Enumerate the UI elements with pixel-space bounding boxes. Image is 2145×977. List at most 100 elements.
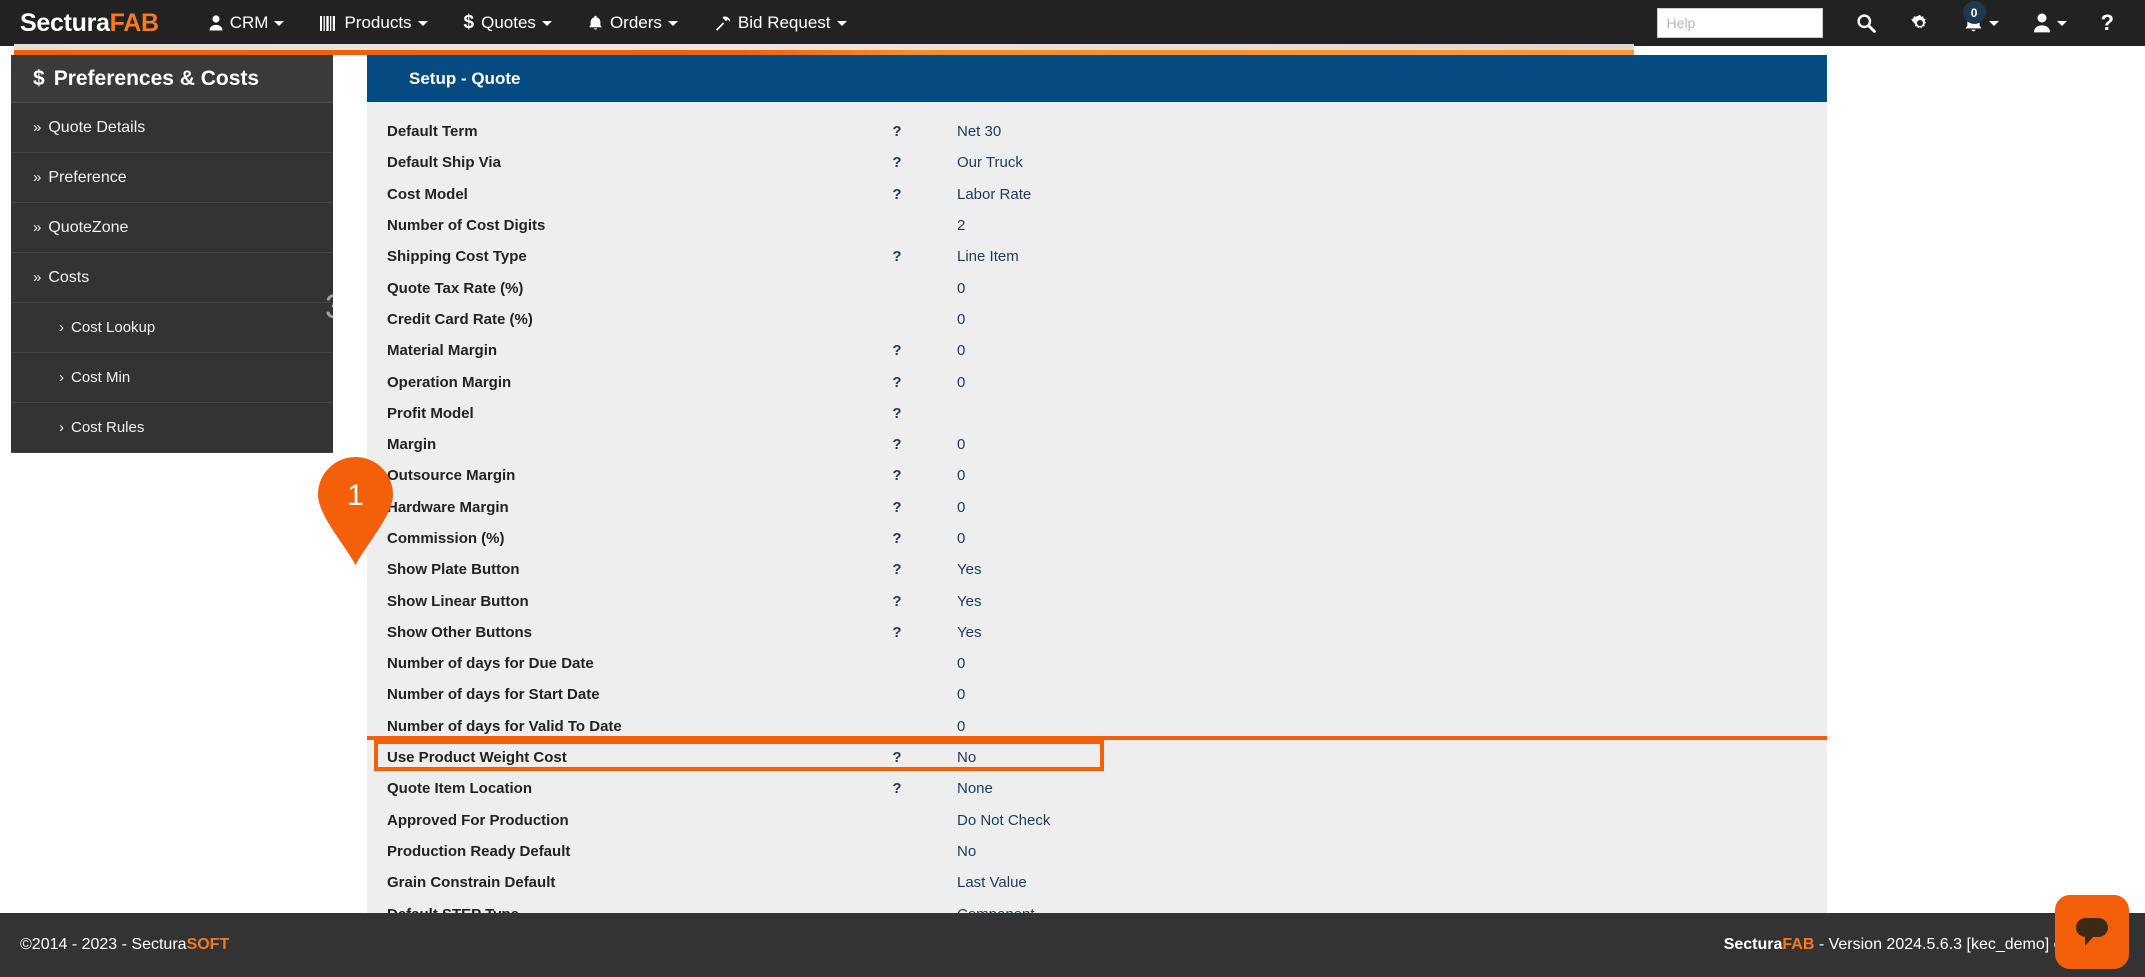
help-question-icon[interactable]: ? <box>837 749 957 766</box>
nav-menu: CRM Products $ Quotes Orders <box>191 0 865 46</box>
nav-item-bid-request[interactable]: Bid Request <box>696 0 865 46</box>
setting-row[interactable]: Grain Constrain DefaultLast Value <box>367 867 1827 898</box>
setting-row[interactable]: Default Term?Net 30 <box>367 116 1827 147</box>
setting-label: Approved For Production <box>367 812 837 829</box>
account-user-icon[interactable] <box>2016 0 2084 46</box>
help-question-icon[interactable]: ? <box>837 624 957 641</box>
setting-row[interactable]: Show Linear Button?Yes <box>367 585 1827 616</box>
setting-row[interactable]: Number of days for Start Date0 <box>367 679 1827 710</box>
help-question-icon[interactable]: ? <box>837 530 957 547</box>
setting-label: Outsource Margin <box>367 467 837 484</box>
gear-icon[interactable] <box>1893 0 1947 46</box>
setting-row[interactable]: Use Product Weight Cost?No <box>367 742 1827 773</box>
sidebar-item-label: Cost Min <box>71 369 130 386</box>
setting-row[interactable]: Number of Cost Digits 2 <box>367 210 1827 241</box>
user-icon <box>209 15 223 31</box>
setting-value: Do Not Check <box>957 812 1050 829</box>
sidebar-item-preference[interactable]: »Preference <box>11 153 333 203</box>
setting-value: 0 <box>957 342 965 359</box>
copyright-suffix: SOFT <box>187 936 230 953</box>
chevron-down-icon <box>274 21 284 26</box>
sidebar-title-label: Preferences & Costs <box>54 67 259 91</box>
search-icon[interactable] <box>1839 0 1893 46</box>
page-title: Setup - Quote <box>409 69 520 89</box>
setting-row[interactable]: Credit Card Rate (%)0 <box>367 304 1827 335</box>
setting-value: 2 <box>957 217 965 234</box>
setting-label: Show Linear Button <box>367 593 837 610</box>
nav-item-products[interactable]: Products <box>302 0 445 46</box>
sidebar-item-cost-min[interactable]: ›Cost Min <box>11 353 333 403</box>
setting-row[interactable]: Profit Model? <box>367 398 1827 429</box>
dollar-icon: $ <box>464 12 475 34</box>
setting-label: Material Margin <box>367 342 837 359</box>
help-question-icon[interactable]: ? <box>837 499 957 516</box>
setting-row[interactable]: Outsource Margin?0 <box>367 460 1827 491</box>
help-question-icon[interactable]: ? <box>837 248 957 265</box>
chevron-right-icon: › <box>59 419 64 436</box>
setting-label: Show Other Buttons <box>367 624 837 641</box>
setting-label: Shipping Cost Type <box>367 248 837 265</box>
help-question-icon[interactable]: ? <box>837 374 957 391</box>
setting-label: Number of Cost Digits <box>367 217 837 234</box>
setting-row[interactable]: Shipping Cost Type?Line Item <box>367 241 1827 272</box>
help-question-icon[interactable]: ? <box>837 154 957 171</box>
brand-logo[interactable]: SecturaFAB <box>20 9 159 38</box>
setting-label: Hardware Margin <box>367 499 837 516</box>
setting-value: No <box>957 749 976 766</box>
setting-value: 0 <box>957 686 965 703</box>
setting-row[interactable]: Show Plate Button?Yes <box>367 554 1827 585</box>
help-question-icon[interactable]: ? <box>837 561 957 578</box>
help-question-icon[interactable]: ? <box>837 342 957 359</box>
setting-row[interactable]: Operation Margin?0 <box>367 366 1827 397</box>
nav-item-orders[interactable]: Orders <box>570 0 696 46</box>
help-question-icon[interactable]: ? <box>837 780 957 797</box>
sidebar-item-label: QuoteZone <box>48 219 128 237</box>
version-brand-prefix: Sectura <box>1724 936 1783 953</box>
help-question-icon[interactable]: ? <box>837 467 957 484</box>
sidebar-item-costs[interactable]: »Costs <box>11 253 333 303</box>
setting-row[interactable]: Default Ship Via?Our Truck <box>367 147 1827 178</box>
setting-row[interactable]: Number of days for Due Date0 <box>367 648 1827 679</box>
setting-label: Profit Model <box>367 405 837 422</box>
chat-bubble-icon[interactable] <box>2055 895 2129 969</box>
setting-value: Net 30 <box>957 123 1001 140</box>
setting-row[interactable]: Commission (%)?0 <box>367 523 1827 554</box>
setting-row[interactable]: Cost Model?Labor Rate <box>367 179 1827 210</box>
setting-row[interactable]: Quote Item Location?None <box>367 773 1827 804</box>
chevron-down-icon <box>668 21 678 26</box>
nav-item-crm[interactable]: CRM <box>191 0 303 46</box>
question-mark-icon[interactable]: ? <box>2084 0 2131 46</box>
setting-value: Our Truck <box>957 154 1023 171</box>
setting-row[interactable]: Hardware Margin?0 <box>367 492 1827 523</box>
setting-value: 0 <box>957 530 965 547</box>
setting-row[interactable]: Production Ready DefaultNo <box>367 836 1827 867</box>
help-question-icon[interactable]: ? <box>837 436 957 453</box>
setting-value: 0 <box>957 718 965 735</box>
nav-item-quotes[interactable]: $ Quotes <box>446 0 570 46</box>
setting-value: 0 <box>957 374 965 391</box>
sidebar-item-cost-rules[interactable]: ›Cost Rules <box>11 403 333 453</box>
setting-label: Number of days for Valid To Date <box>367 718 837 735</box>
setting-value: Yes <box>957 593 981 610</box>
setting-label: Show Plate Button <box>367 561 837 578</box>
setting-row[interactable]: Quote Tax Rate (%)0 <box>367 272 1827 303</box>
sidebar-item-quotezone[interactable]: »QuoteZone <box>11 203 333 253</box>
setting-label: Operation Margin <box>367 374 837 391</box>
setting-row[interactable]: Approved For Production Do Not Check <box>367 805 1827 836</box>
sidebar-item-cost-lookup[interactable]: ›Cost Lookup <box>11 303 333 353</box>
help-question-icon[interactable]: ? <box>837 186 957 203</box>
setting-value: 0 <box>957 280 965 297</box>
help-question-icon[interactable]: ? <box>837 123 957 140</box>
copyright-prefix: ©2014 - 2023 - Sectura <box>20 936 187 953</box>
setting-row[interactable]: Material Margin?0 <box>367 335 1827 366</box>
notifications-bell-icon[interactable]: 0 <box>1947 0 2016 46</box>
help-question-icon[interactable]: ? <box>837 405 957 422</box>
sidebar-item-quote-details[interactable]: »Quote Details <box>11 103 333 153</box>
help-question-icon[interactable]: ? <box>837 593 957 610</box>
setting-row[interactable]: Show Other Buttons?Yes <box>367 617 1827 648</box>
sidebar-title: $ Preferences & Costs <box>11 55 333 103</box>
setting-label: Quote Item Location <box>367 780 837 797</box>
setting-row[interactable]: Margin?0 <box>367 429 1827 460</box>
sidebar-item-label: Costs <box>48 269 89 287</box>
help-search-input[interactable] <box>1657 8 1823 38</box>
